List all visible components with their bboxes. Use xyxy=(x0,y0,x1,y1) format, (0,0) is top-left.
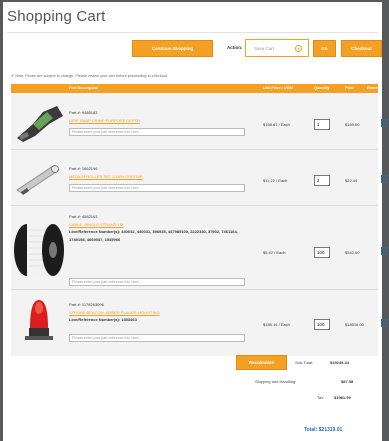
part-reference-input[interactable]: Please enter your part reference info he… xyxy=(69,278,245,286)
action-select-value: Save Cart xyxy=(254,45,275,51)
line-total: $18516.00 xyxy=(345,322,364,327)
part-name-link[interactable]: GRIP SNAP CRIMP PURPOSE DEPTH xyxy=(69,118,140,123)
table-row: Part #: 1178263096 STROBE BEACON, AMBER … xyxy=(11,290,387,346)
part-number: Part #: 4582163 xyxy=(69,214,98,219)
table-row: Part #: 1662196 MEDIUM ROLLER SET 3/16IN… xyxy=(11,150,387,206)
part-number: Part #: 1178263096 xyxy=(69,302,104,307)
line-total: $542.00 xyxy=(345,250,360,255)
part-reference-input[interactable]: Please enter your part reference info he… xyxy=(69,184,245,192)
grand-total: Total: $21319.01 xyxy=(304,427,343,433)
quantity-input[interactable]: 1 xyxy=(314,119,330,130)
tax-value: $1981.99 xyxy=(334,395,351,400)
product-image-roller-set xyxy=(16,165,60,195)
header-part-description: Part Description xyxy=(69,86,99,90)
product-image-strobe-beacon xyxy=(25,300,53,340)
shipping-label: Shipping and Handling: xyxy=(255,379,297,384)
table-row: Part #: 9485183 GRIP SNAP CRIMP PURPOSE … xyxy=(11,94,387,150)
part-name-link[interactable]: CABLE, SINGLE STRAND 1M xyxy=(69,222,123,227)
cart-note-text: Note: Prices are subject to change. Plea… xyxy=(15,74,169,78)
product-image-crimp-tool xyxy=(17,106,63,142)
unit-price: $168.81 / Each xyxy=(263,122,290,127)
info-icon: ✔ xyxy=(11,74,15,78)
continue-shopping-button[interactable]: Continue Shopping xyxy=(132,40,213,57)
table-row: Part #: 4582163 CABLE, SINGLE STRAND 1M … xyxy=(11,206,387,290)
trash-icon[interactable] xyxy=(381,175,387,183)
page-title: Shopping Cart xyxy=(7,8,106,25)
trash-icon[interactable] xyxy=(381,119,387,127)
table-header: Part Description Unit Price / UOM Quanti… xyxy=(11,84,382,93)
quantity-input[interactable]: 100 xyxy=(314,319,330,330)
recalculate-button[interactable]: Recalculate xyxy=(236,355,287,370)
unit-price: $11.22 / Each xyxy=(263,178,288,183)
go-button[interactable]: Go xyxy=(313,40,336,57)
part-reference-input[interactable]: Please enter your part reference info he… xyxy=(69,334,245,342)
header-remove: Remove xyxy=(367,86,382,90)
unit-price: $5.42 / Each xyxy=(263,250,286,255)
part-number: Part #: 9485183 xyxy=(69,110,98,115)
product-image-cable-spool xyxy=(14,224,64,276)
part-reference-input[interactable]: Please enter your part reference info he… xyxy=(69,128,245,136)
part-name-link[interactable]: STROBE BEACON, AMBER FLANGE MOUNTING xyxy=(69,310,160,315)
quantity-input[interactable]: 100 xyxy=(314,247,330,258)
quantity-input[interactable]: 2 xyxy=(314,175,330,186)
chevron-down-icon: ▾ xyxy=(295,45,302,52)
line-total: $169.00 xyxy=(345,122,360,127)
line-total: $22.44 xyxy=(345,178,358,183)
header-unit-price: Unit Price / UOM xyxy=(263,86,293,90)
header-price: Price xyxy=(345,86,355,90)
reference-numbers: Line/Reference Number(s): 440032, 440031… xyxy=(69,229,238,242)
checkout-button[interactable]: Checkout xyxy=(341,40,382,57)
action-select[interactable]: Save Cart ▾ xyxy=(245,39,309,57)
trash-icon[interactable] xyxy=(381,247,387,255)
part-name-link[interactable]: MEDIUM ROLLER SET 3/16IN GROOVE xyxy=(69,174,143,179)
cart-note: ✔ Note: Prices are subject to change. Pl… xyxy=(11,73,168,78)
subtotal-label: Sub-Total: xyxy=(295,360,314,365)
trash-icon[interactable] xyxy=(381,319,387,327)
tax-label: Tax: xyxy=(317,395,325,400)
reference-numbers: Line/Reference Number(s): 1353463 xyxy=(69,317,137,322)
shipping-value: $87.58 xyxy=(341,379,354,384)
cart-table: Part Description Unit Price / UOM Quanti… xyxy=(11,84,387,356)
header-quantity: Quantity xyxy=(314,86,330,90)
actions-label: Action: xyxy=(227,45,243,50)
cart-panel: Shopping Cart Continue Shopping Action: … xyxy=(3,2,387,441)
unit-price: $185.16 / Each xyxy=(263,322,290,327)
title-divider xyxy=(7,32,378,33)
part-number: Part #: 1662196 xyxy=(69,166,98,171)
subtotal-value: $19249.44 xyxy=(330,360,349,365)
